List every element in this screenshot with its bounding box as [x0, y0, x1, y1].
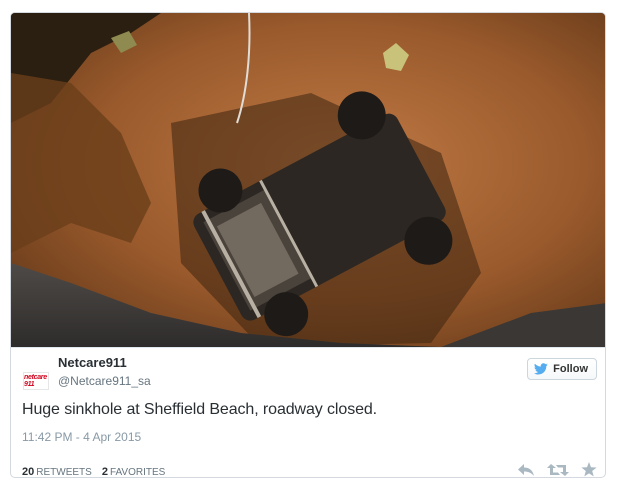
avatar-text: netcare 911 [24, 374, 47, 388]
screen-name[interactable]: @Netcare911_sa [58, 374, 151, 388]
reply-icon[interactable] [517, 463, 535, 477]
favorites-count: 2 [101, 466, 108, 478]
embedded-tweet-card: netcare 911 Netcare911 @Netcare911_sa Fo… [10, 12, 606, 478]
avatar[interactable]: netcare 911 [23, 372, 49, 390]
retweet-icon[interactable] [547, 463, 569, 477]
follow-button[interactable]: Follow [527, 358, 597, 380]
retweets-count: 20 [22, 466, 35, 478]
tweet-meta: netcare 911 Netcare911 @Netcare911_sa Fo… [11, 347, 605, 478]
tweet-actions [517, 462, 597, 477]
retweets-label: RETWEETS [36, 467, 92, 478]
display-name[interactable]: Netcare911 [58, 355, 127, 370]
twitter-bird-icon [534, 363, 548, 375]
tweet-text: Huge sinkhole at Sheffield Beach, roadwa… [22, 401, 378, 418]
retweets-stat[interactable]: 20 RETWEETS [22, 466, 92, 478]
tweet-stats: 20 RETWEETS 2 FAVORITES [22, 466, 166, 478]
star-icon[interactable] [581, 462, 597, 477]
favorites-stat[interactable]: 2 FAVORITES [101, 466, 166, 478]
tweet-photo[interactable] [11, 13, 605, 347]
tweet-timestamp[interactable]: 11:42 PM - 4 Apr 2015 [22, 430, 141, 444]
follow-label: Follow [553, 363, 588, 375]
favorites-label: FAVORITES [109, 467, 166, 478]
